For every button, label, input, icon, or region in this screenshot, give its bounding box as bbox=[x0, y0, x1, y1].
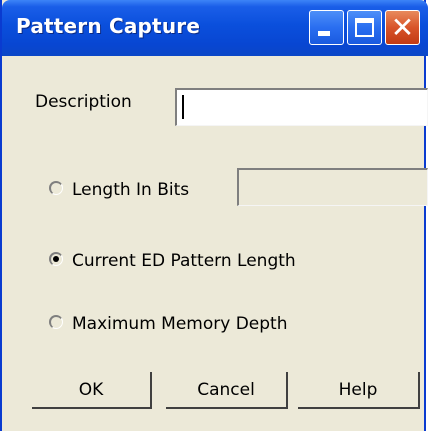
maximum-memory-depth-radio[interactable] bbox=[49, 315, 63, 329]
description-label: Description bbox=[35, 92, 132, 112]
maximize-icon bbox=[355, 18, 374, 37]
close-button[interactable]: ✕ bbox=[385, 10, 420, 45]
length-in-bits-radio[interactable] bbox=[49, 181, 63, 195]
length-in-bits-input[interactable] bbox=[237, 168, 428, 206]
help-button-label: Help bbox=[338, 380, 378, 400]
cancel-button[interactable]: Cancel bbox=[166, 372, 288, 409]
radio-selected-dot bbox=[53, 256, 59, 262]
close-icon: ✕ bbox=[390, 11, 415, 44]
ok-button[interactable]: OK bbox=[32, 372, 152, 409]
pattern-capture-dialog: Pattern Capture ✕ Description Length In … bbox=[0, 0, 428, 431]
help-button[interactable]: Help bbox=[298, 372, 420, 409]
window-title: Pattern Capture bbox=[16, 14, 201, 38]
title-bar[interactable]: Pattern Capture ✕ bbox=[2, 0, 428, 56]
current-ed-pattern-length-label[interactable]: Current ED Pattern Length bbox=[72, 251, 296, 271]
length-in-bits-label[interactable]: Length In Bits bbox=[72, 180, 189, 200]
text-caret bbox=[182, 95, 184, 119]
description-input[interactable] bbox=[175, 88, 428, 126]
maximize-button[interactable] bbox=[347, 10, 382, 45]
maximum-memory-depth-label[interactable]: Maximum Memory Depth bbox=[72, 314, 288, 334]
minimize-icon bbox=[318, 31, 330, 36]
cancel-button-label: Cancel bbox=[197, 380, 255, 400]
ok-button-label: OK bbox=[78, 380, 104, 400]
minimize-button[interactable] bbox=[309, 10, 344, 45]
current-ed-pattern-length-radio[interactable] bbox=[49, 252, 63, 266]
